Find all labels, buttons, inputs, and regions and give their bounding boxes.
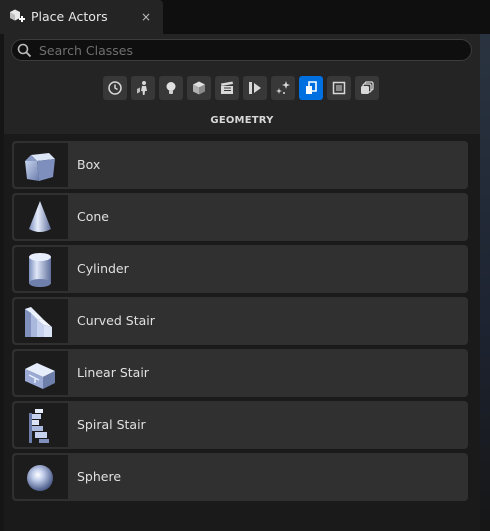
list-item-linear-stair[interactable]: Linear Stair <box>12 349 468 397</box>
item-label: Cone <box>77 209 109 224</box>
basic-icon <box>137 81 147 95</box>
search-icon <box>17 43 32 58</box>
category-cinematic-button[interactable] <box>215 76 239 100</box>
item-thumbnail <box>14 351 68 395</box>
category-geometry-button[interactable] <box>299 76 323 100</box>
list-item-cylinder[interactable]: Cylinder <box>12 245 468 293</box>
section-title: GEOMETRY <box>210 115 274 126</box>
cube-icon <box>193 81 205 95</box>
item-thumbnail <box>14 143 68 187</box>
tab-title: Place Actors <box>31 9 108 24</box>
category-all-classes-button[interactable] <box>355 76 379 100</box>
item-thumbnail <box>14 247 68 291</box>
item-label: Box <box>77 157 101 172</box>
tab-place-actors[interactable]: Place Actors × <box>0 0 163 34</box>
clapper-icon <box>221 81 233 94</box>
item-thumbnail <box>14 403 68 447</box>
item-label: Linear Stair <box>77 365 149 380</box>
clock-icon <box>108 81 122 95</box>
volume-icon <box>332 81 346 95</box>
sparkle-icon <box>276 81 290 94</box>
category-basic-button[interactable] <box>131 76 155 100</box>
linear-stair-icon <box>25 363 55 389</box>
play-media-icon <box>249 82 261 94</box>
category-recently-placed-button[interactable] <box>103 76 127 100</box>
sphere-shape-icon <box>27 465 53 491</box>
tab-bar: Place Actors × <box>0 0 490 34</box>
search-input[interactable] <box>39 42 459 58</box>
stack-icon <box>361 81 374 94</box>
item-label: Cylinder <box>77 261 129 276</box>
list-item-cone[interactable]: Cone <box>12 193 468 241</box>
close-icon[interactable]: × <box>138 9 154 25</box>
viewport-edge <box>480 34 490 531</box>
list-item-curved-stair[interactable]: Curved Stair <box>12 297 468 345</box>
place-actors-icon <box>10 9 25 22</box>
box-shape-icon <box>25 153 55 181</box>
curved-stair-icon <box>25 307 52 337</box>
category-shapes-button[interactable] <box>187 76 211 100</box>
category-lights-button[interactable] <box>159 76 183 100</box>
lightbulb-icon <box>166 82 176 94</box>
item-thumbnail <box>14 299 68 343</box>
item-thumbnail <box>14 195 68 239</box>
list-item-spiral-stair[interactable]: Spiral Stair <box>12 401 468 449</box>
list-item-sphere[interactable]: Sphere <box>12 453 468 501</box>
search-box[interactable] <box>11 39 472 61</box>
category-effects-button[interactable] <box>271 76 295 100</box>
category-volumes-button[interactable] <box>327 76 351 100</box>
cylinder-shape-icon <box>29 253 51 287</box>
cone-shape-icon <box>29 201 51 232</box>
item-thumbnail <box>14 455 68 499</box>
category-visual-effects-button[interactable] <box>243 76 267 100</box>
item-label: Sphere <box>77 469 122 484</box>
spiral-stair-icon <box>29 409 49 443</box>
item-label: Curved Stair <box>77 313 155 328</box>
list-item-box[interactable]: Box <box>12 141 468 189</box>
geometry-icon <box>306 81 317 94</box>
item-label: Spiral Stair <box>77 417 146 432</box>
